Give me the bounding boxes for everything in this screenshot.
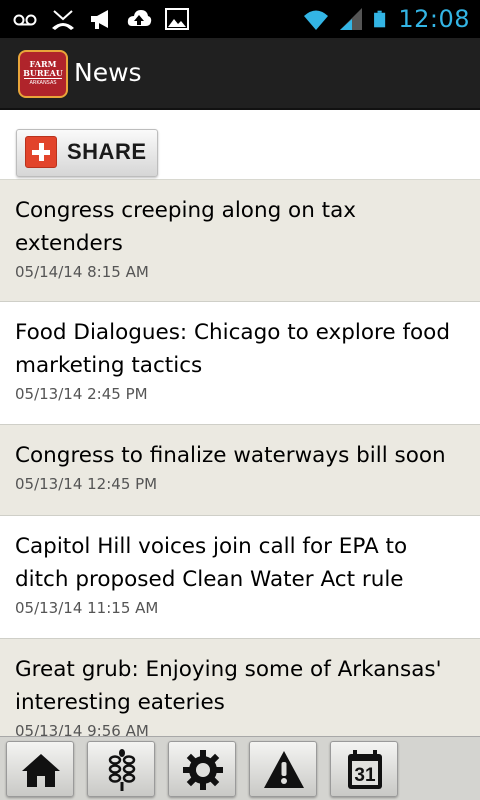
- upload-icon: [127, 10, 152, 26]
- wifi-icon: [304, 10, 329, 30]
- bottom-toolbar: 31: [0, 736, 480, 800]
- news-title: Food Dialogues: Chicago to explore food …: [15, 320, 450, 378]
- voicemail-icon: [13, 14, 37, 26]
- calendar-icon: 31: [348, 750, 382, 789]
- news-date: 05/14/14 8:15 AM: [15, 263, 149, 281]
- share-area: SHARE: [0, 110, 480, 180]
- signal-icon: [340, 8, 363, 30]
- logo-line2: BUREAU: [23, 68, 63, 78]
- logo-line1: FARM: [29, 59, 57, 69]
- alerts-button[interactable]: [249, 741, 317, 797]
- news-item[interactable]: Food Dialogues: Chicago to explore food …: [0, 302, 480, 425]
- image-icon: [165, 8, 189, 30]
- share-button[interactable]: SHARE: [16, 129, 158, 177]
- clock: 12:08: [398, 5, 470, 33]
- action-bar: FARM BUREAU ARKANSAS News: [0, 38, 480, 110]
- news-item[interactable]: Capitol Hill voices join call for EPA to…: [0, 516, 480, 639]
- news-title: Congress creeping along on tax extenders: [15, 198, 356, 256]
- status-bar: 12:08: [0, 0, 480, 38]
- share-label: SHARE: [67, 139, 147, 164]
- news-title: Congress to finalize waterways bill soon: [15, 443, 446, 468]
- page-title: News: [74, 58, 142, 87]
- home-button[interactable]: [6, 741, 74, 797]
- news-item[interactable]: Great grub: Enjoying some of Arkansas' i…: [0, 639, 480, 736]
- news-list: Congress creeping along on tax extenders…: [0, 180, 480, 736]
- system-icons: 12:08: [302, 4, 470, 34]
- news-date: 05/13/14 9:56 AM: [15, 722, 149, 736]
- settings-button[interactable]: [168, 741, 236, 797]
- gear-icon: [183, 750, 223, 790]
- calendar-button[interactable]: 31: [330, 741, 398, 797]
- wheat-icon: [108, 749, 136, 791]
- logo-divider: [24, 78, 62, 79]
- battery-icon: [374, 10, 386, 28]
- commodities-button[interactable]: [87, 741, 155, 797]
- news-title: Great grub: Enjoying some of Arkansas' i…: [15, 657, 442, 715]
- missed-call-icon: [52, 10, 74, 30]
- megaphone-icon: [91, 10, 108, 29]
- calendar-day: 31: [354, 765, 376, 786]
- warning-icon: [264, 751, 304, 788]
- notification-icons: [12, 6, 190, 32]
- news-date: 05/13/14 11:15 AM: [15, 599, 159, 617]
- logo-line3: ARKANSAS: [29, 80, 57, 86]
- farm-bureau-logo[interactable]: FARM BUREAU ARKANSAS: [18, 50, 68, 98]
- news-item[interactable]: Congress creeping along on tax extenders…: [0, 180, 480, 302]
- news-date: 05/13/14 12:45 PM: [15, 475, 158, 493]
- home-icon: [22, 754, 60, 787]
- news-item[interactable]: Congress to finalize waterways bill soon…: [0, 425, 480, 516]
- news-title: Capitol Hill voices join call for EPA to…: [15, 534, 408, 592]
- news-date: 05/13/14 2:45 PM: [15, 385, 148, 403]
- plus-icon: [25, 136, 57, 168]
